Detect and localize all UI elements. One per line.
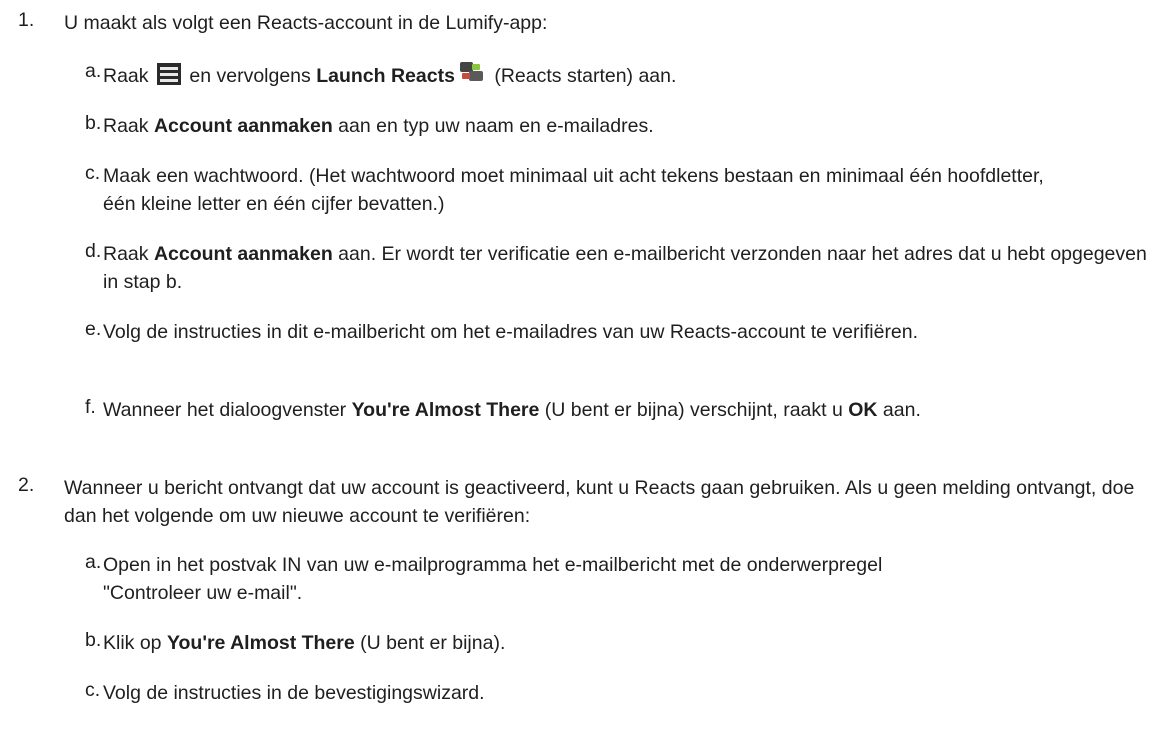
menu-icon [156,63,181,85]
substep-1b: b. Raak Account aanmaken aan en typ uw n… [0,112,1148,140]
substep-letter: a. [85,551,102,573]
substep-text: aan. [877,399,921,421]
substep-letter: b. [85,629,102,651]
substep-2b: b. Klik op You're Almost There (U bent e… [0,629,1148,657]
substep-1a: a. Raak en vervolgens Launch Reacts (Rea… [0,60,1148,90]
substep-text: Maak een wachtwoord. (Het wachtwoord moe… [103,165,1044,215]
substep-text: Volg de instructies in de bevestigingswi… [103,682,485,704]
substep-1d: d. Raak Account aanmaken aan. Er wordt t… [0,240,1148,296]
substep-letter: b. [85,112,102,134]
substep-text: Wanneer het dialoogvenster [103,399,352,421]
substep-text: en vervolgens [183,65,317,87]
substep-letter: c. [85,162,101,184]
ui-label-almost-there: You're Almost There [351,399,540,421]
step-2: 2. Wanneer u bericht ontvangt dat uw acc… [0,474,1161,530]
substep-text: (U bent er bijna) verschijnt, raakt u [539,399,849,421]
substep-2c: c. Volg de instructies in de bevestiging… [0,679,1148,707]
substep-letter: d. [85,240,102,262]
step-text: U maakt als volgt een Reacts-account in … [64,12,548,34]
ui-label-ok: OK [848,399,878,421]
substep-text: Raak [103,243,154,265]
step-text: Wanneer u bericht ontvangt dat uw accoun… [64,477,1135,527]
substep-letter: c. [85,679,101,701]
substep-text: Volg de instructies in dit e-mailbericht… [103,321,919,343]
substep-text: (Reacts starten) aan. [488,65,677,87]
substep-letter: e. [85,318,102,340]
substep-letter: a. [85,60,102,82]
substep-1f: f. Wanneer het dialoogvenster You're Alm… [0,396,1123,424]
substep-text: aan en typ uw naam en e-mailadres. [332,115,654,137]
step-number: 1. [18,9,35,31]
substep-text: Open in het postvak IN van uw e-mailprog… [103,554,883,604]
substep-1e: e. Volg de instructies in dit e-mailberi… [0,318,1003,346]
reacts-icon [459,60,485,84]
substep-1c: c. Maak een wachtwoord. (Het wachtwoord … [0,162,1063,218]
step-number: 2. [18,474,35,496]
substep-text: Klik op [103,632,167,654]
substep-2a: a. Open in het postvak IN van uw e-mailp… [0,551,913,607]
substep-text: (U bent er bijna). [354,632,506,654]
ui-label-account-aanmaken: Account aanmaken [153,115,333,137]
substep-text: Raak [103,115,154,137]
ui-label-account-aanmaken: Account aanmaken [153,243,333,265]
substep-letter: f. [85,396,96,418]
substep-text: Raak [103,65,154,87]
ui-label-almost-there: You're Almost There [166,632,355,654]
ui-label-launch-reacts: Launch Reacts [316,65,455,87]
